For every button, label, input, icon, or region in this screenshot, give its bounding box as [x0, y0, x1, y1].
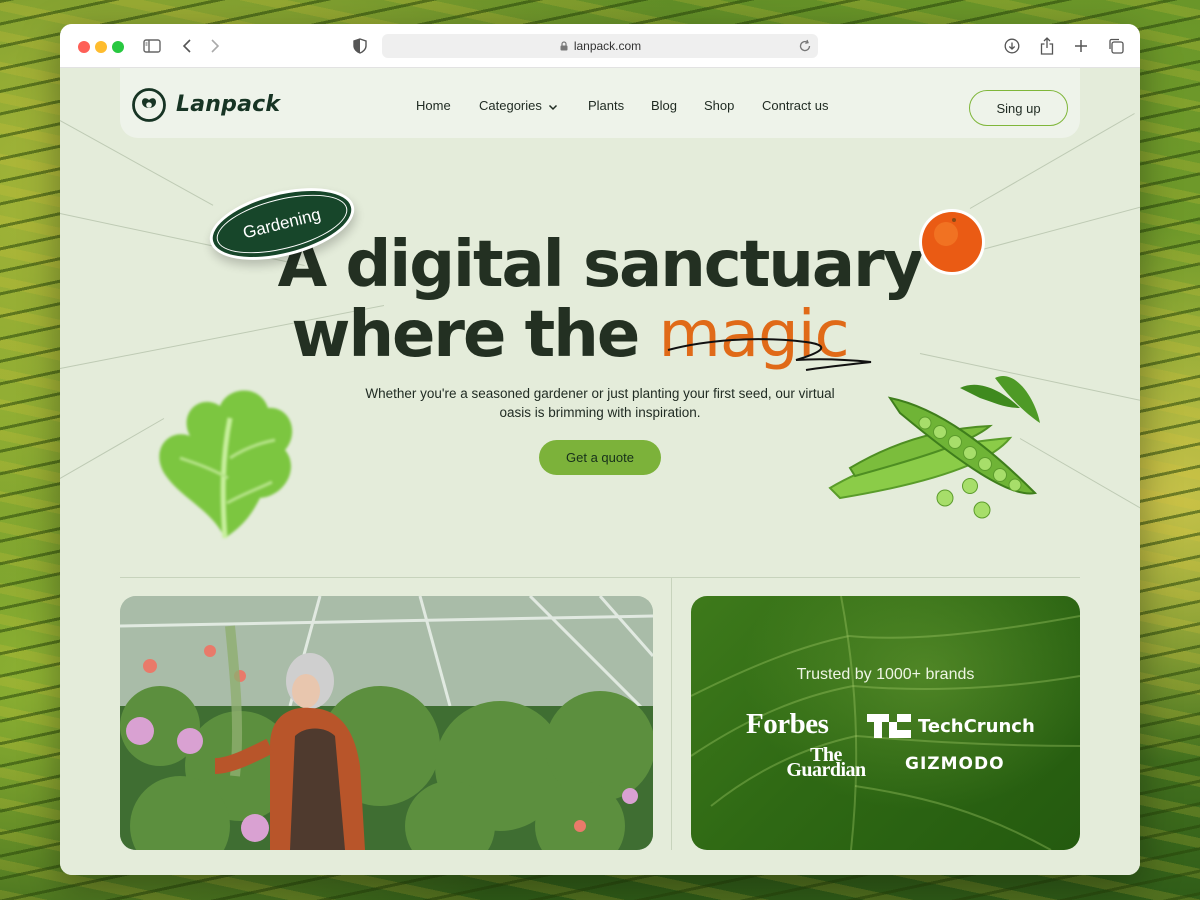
landing-page: Lanpack Home Categories Plants Blog Shop…	[60, 68, 1140, 875]
tab-overview-icon[interactable]	[1106, 36, 1126, 56]
decorative-line	[60, 418, 165, 479]
sidebar-toggle-icon[interactable]	[142, 36, 162, 56]
browser-toolbar: lanpack.com	[60, 24, 1140, 68]
close-window-button[interactable]	[78, 41, 90, 53]
new-tab-icon[interactable]	[1071, 36, 1091, 56]
orange-image	[919, 209, 985, 275]
gizmodo-logo: GIZMODO	[905, 754, 1005, 774]
section-divider-vertical	[671, 578, 672, 850]
download-icon[interactable]	[1002, 36, 1022, 56]
peas-image	[828, 376, 1040, 519]
nav-shop[interactable]: Shop	[704, 98, 734, 113]
forbes-logo: Forbes	[746, 708, 829, 740]
signup-button[interactable]: Sing up	[969, 90, 1068, 126]
share-icon[interactable]	[1037, 36, 1057, 56]
techcrunch-logo: TechCrunch	[867, 714, 1035, 738]
hero-subtext: Whether you're a seasoned gardener or ju…	[365, 386, 835, 420]
site-navbar: Lanpack Home Categories Plants Blog Shop…	[120, 68, 1080, 138]
greenhouse-gardener-photo	[120, 596, 653, 850]
hero-headline-line2: where the magic	[60, 298, 1110, 372]
nav-plants[interactable]: Plants	[588, 98, 624, 113]
techcrunch-text: TechCrunch	[918, 715, 1035, 737]
reload-icon[interactable]	[798, 39, 812, 53]
browser-window: lanpack.com Lanpack Home Categories Plan…	[60, 24, 1140, 875]
address-bar[interactable]: lanpack.com	[382, 34, 818, 58]
lettuce-image	[159, 390, 293, 539]
get-quote-button[interactable]: Get a quote	[539, 440, 661, 475]
nav-categories[interactable]: Categories	[479, 98, 558, 113]
trusted-brands-card: Trusted by 1000+ brands Forbes TechCrunc…	[691, 596, 1080, 850]
brand-name[interactable]: Lanpack	[176, 92, 280, 117]
nav-home[interactable]: Home	[416, 98, 451, 113]
guardian-logo: The Guardian	[786, 744, 866, 781]
zoom-window-button[interactable]	[112, 41, 124, 53]
scribble-strike-decoration	[667, 338, 872, 371]
greenhouse-illustration	[120, 596, 653, 850]
section-divider	[120, 577, 1080, 578]
trusted-brands-title: Trusted by 1000+ brands	[796, 666, 975, 683]
nav-categories-label: Categories	[479, 98, 542, 113]
hero-headline-prefix: where the	[291, 298, 640, 372]
nav-blog[interactable]: Blog	[651, 98, 677, 113]
forward-icon[interactable]	[205, 36, 225, 56]
lock-icon	[560, 41, 568, 51]
logo-icon[interactable]	[132, 88, 166, 122]
nav-contract-us[interactable]: Contract us	[762, 98, 828, 113]
back-icon[interactable]	[177, 36, 197, 56]
url-text: lanpack.com	[573, 39, 642, 53]
minimize-window-button[interactable]	[95, 41, 107, 53]
chevron-down-icon	[548, 104, 557, 110]
techcrunch-mark-icon	[867, 714, 911, 738]
shield-icon[interactable]	[350, 36, 370, 56]
